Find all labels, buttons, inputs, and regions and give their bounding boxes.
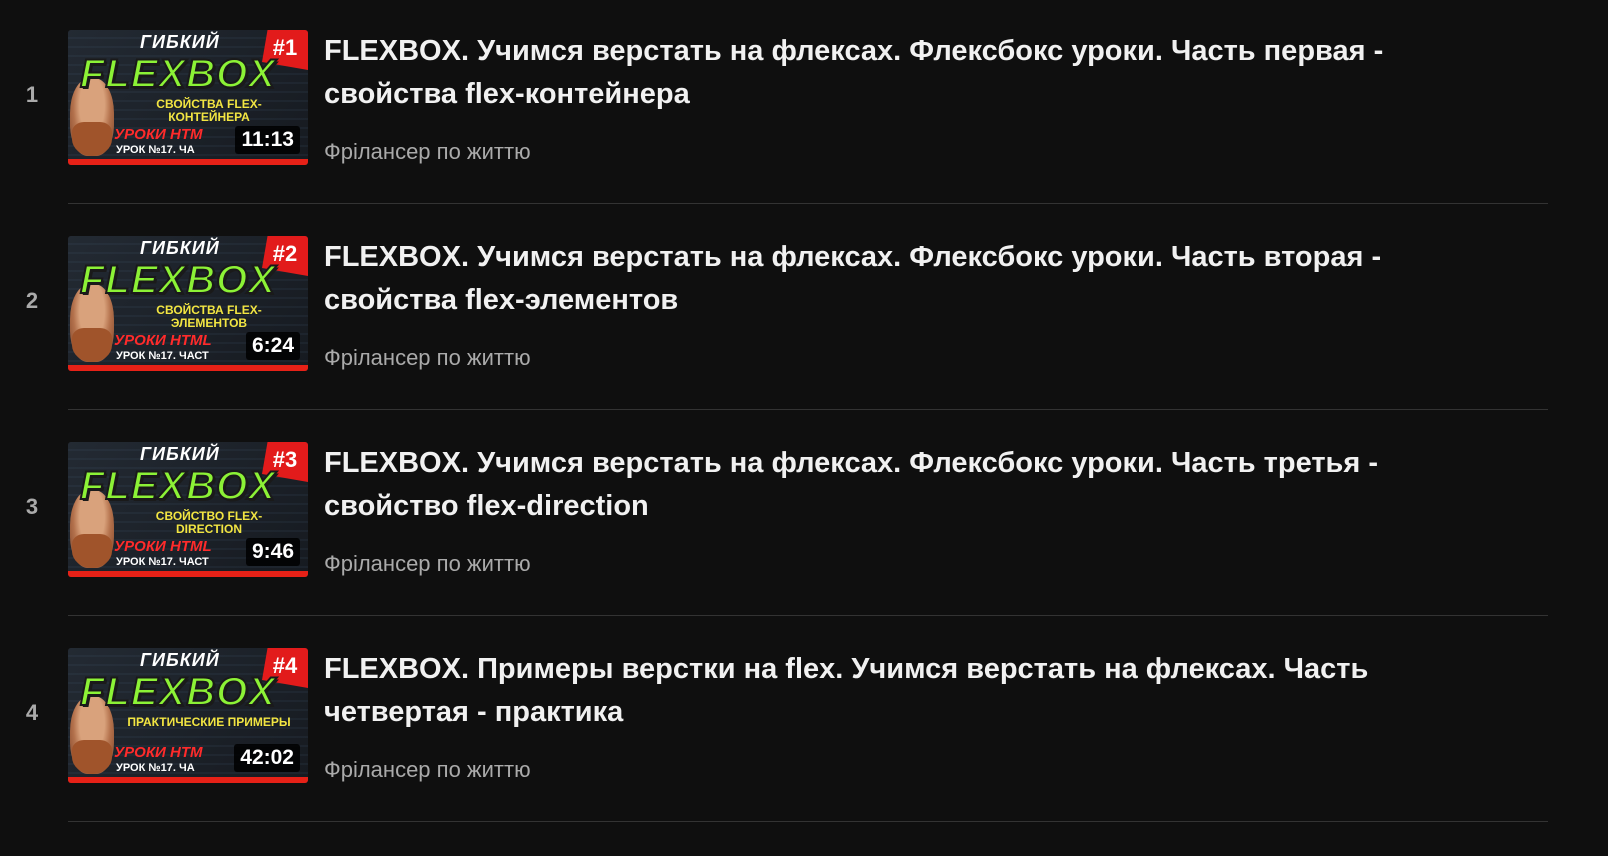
item-index: 2	[25, 288, 39, 313]
thumbnail-top-text: ГИБКИЙ	[140, 238, 220, 258]
duration-badge: 9:46	[245, 538, 300, 566]
watch-progress-bar	[68, 571, 308, 577]
watch-progress-bar	[68, 159, 308, 165]
thumbnail-subtitle: СВОЙСТВО FLEX-DIRECTION	[155, 509, 263, 536]
thumbnail-lesson-text: УРОКИ HTM	[114, 126, 203, 143]
thumbnail-lesson-text: УРОКИ HTML	[114, 538, 212, 555]
playlist-item[interactable]: 1 ГИБКИЙ #1 FLEXBOX СВОЙСТВА FLEX-КОНТЕЙ…	[0, 0, 1608, 206]
channel-name[interactable]: Фрілансер по життю	[324, 345, 531, 371]
presenter-beard	[72, 328, 112, 362]
duration-badge: 6:24	[245, 332, 300, 360]
thumbnail-main-text: FLEXBOX	[79, 463, 276, 509]
video-thumbnail[interactable]: ГИБКИЙ #4 FLEXBOX ПРАКТИЧЕСКИЕ ПРИМЕРЫ У…	[68, 648, 308, 783]
thumbnail-part-text: УРОК №17. ЧА	[116, 762, 195, 774]
video-thumbnail[interactable]: ГИБКИЙ #2 FLEXBOX СВОЙСТВА FLEX-ЭЛЕМЕНТО…	[68, 236, 308, 371]
video-title[interactable]: FLEXBOX. Учимся верстать на флексах. Фле…	[324, 442, 1444, 528]
thumbnail-lesson-text: УРОКИ HTML	[114, 332, 212, 349]
thumbnail-main-text: FLEXBOX	[79, 51, 276, 97]
video-title[interactable]: FLEXBOX. Учимся верстать на флексах. Фле…	[324, 30, 1444, 116]
duration-badge: 11:13	[235, 126, 300, 154]
thumbnail-subtitle: СВОЙСТВА FLEX-ЭЛЕМЕНТОВ	[156, 303, 262, 330]
presenter-beard	[72, 740, 112, 774]
playlist: 1 ГИБКИЙ #1 FLEXBOX СВОЙСТВА FLEX-КОНТЕЙ…	[0, 0, 1608, 856]
item-index: 3	[25, 494, 39, 519]
item-index: 1	[25, 82, 39, 107]
thumbnail-part-text: УРОК №17. ЧА	[116, 144, 195, 156]
channel-name[interactable]: Фрілансер по життю	[324, 757, 531, 783]
video-thumbnail[interactable]: ГИБКИЙ #1 FLEXBOX СВОЙСТВА FLEX-КОНТЕЙНЕ…	[68, 30, 308, 165]
thumbnail-lesson-text: УРОКИ HTM	[114, 744, 203, 761]
thumbnail-main-text: FLEXBOX	[79, 257, 276, 303]
video-title[interactable]: FLEXBOX. Учимся верстать на флексах. Фле…	[324, 236, 1444, 322]
video-title[interactable]: FLEXBOX. Примеры верстки на flex. Учимся…	[324, 648, 1444, 734]
presenter-beard	[72, 122, 112, 156]
thumbnail-subtitle: ПРАКТИЧЕСКИЕ ПРИМЕРЫ	[127, 715, 291, 729]
thumbnail-subtitle: СВОЙСТВА FLEX-КОНТЕЙНЕРА	[156, 97, 262, 124]
presenter-beard	[72, 534, 112, 568]
thumbnail-top-text: ГИБКИЙ	[140, 444, 220, 464]
thumbnail-main-text: FLEXBOX	[79, 669, 276, 715]
divider	[68, 409, 1548, 410]
playlist-item[interactable]: 4 ГИБКИЙ #4 FLEXBOX ПРАКТИЧЕСКИЕ ПРИМЕРЫ…	[0, 618, 1608, 824]
watch-progress-bar	[68, 365, 308, 371]
divider	[68, 203, 1548, 204]
thumbnail-part-text: УРОК №17. ЧАСТ	[116, 350, 209, 362]
video-thumbnail[interactable]: ГИБКИЙ #3 FLEXBOX СВОЙСТВО FLEX-DIRECTIO…	[68, 442, 308, 577]
divider	[68, 821, 1548, 822]
thumbnail-top-text: ГИБКИЙ	[140, 650, 220, 670]
duration-badge: 42:02	[234, 744, 300, 772]
item-index: 4	[25, 700, 39, 725]
divider	[68, 615, 1548, 616]
watch-progress-bar	[68, 777, 308, 783]
thumbnail-top-text: ГИБКИЙ	[140, 32, 220, 52]
playlist-item[interactable]: 3 ГИБКИЙ #3 FLEXBOX СВОЙСТВО FLEX-DIRECT…	[0, 412, 1608, 618]
playlist-item[interactable]: 2 ГИБКИЙ #2 FLEXBOX СВОЙСТВА FLEX-ЭЛЕМЕН…	[0, 206, 1608, 412]
thumbnail-part-text: УРОК №17. ЧАСТ	[116, 556, 209, 568]
channel-name[interactable]: Фрілансер по життю	[324, 551, 531, 577]
channel-name[interactable]: Фрілансер по життю	[324, 139, 531, 165]
